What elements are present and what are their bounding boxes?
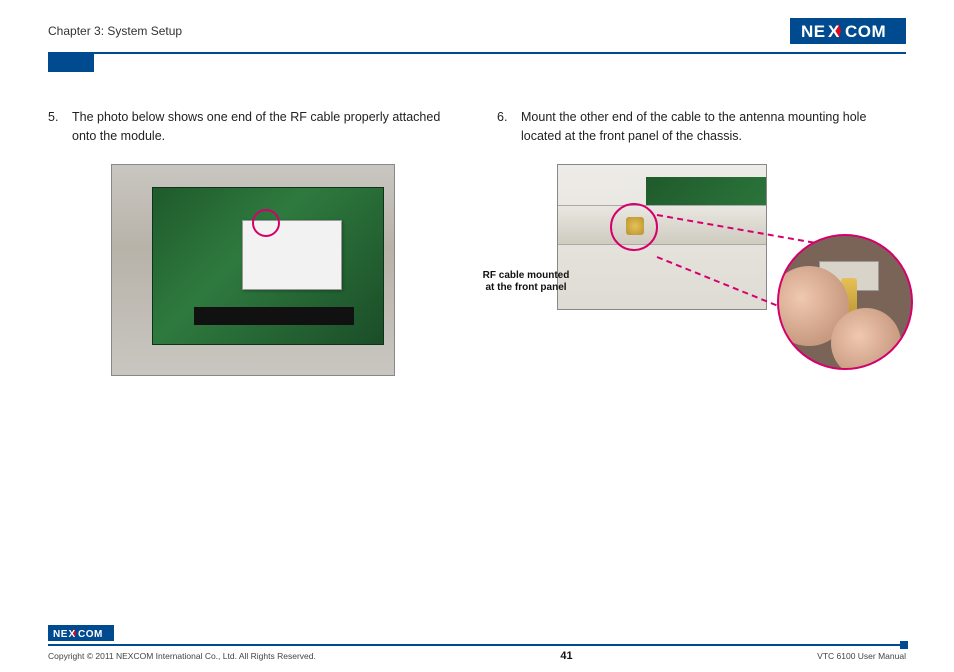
- copyright-text: Copyright © 2011 NEXCOM International Co…: [48, 651, 316, 661]
- chapter-title: Chapter 3: System Setup: [48, 24, 182, 38]
- svg-text:X: X: [828, 22, 840, 41]
- svg-text:X: X: [69, 629, 76, 640]
- figure-5-wrap: [48, 164, 457, 376]
- right-column: 6. Mount the other end of the cable to t…: [497, 108, 906, 444]
- callout-circle-icon: [252, 209, 280, 237]
- nexcom-logo: NE X COM: [790, 18, 906, 44]
- step-number: 6.: [497, 108, 511, 146]
- step-text: Mount the other end of the cable to the …: [521, 108, 906, 146]
- footer-rule: [48, 644, 906, 646]
- header-tab: [48, 54, 94, 72]
- figure-5-photo: [111, 164, 395, 376]
- header-rule: [48, 52, 906, 54]
- svg-text:COM: COM: [78, 629, 103, 640]
- document-title: VTC 6100 User Manual: [817, 651, 906, 661]
- svg-text:NE: NE: [801, 22, 826, 41]
- step-text: The photo below shows one end of the RF …: [72, 108, 457, 146]
- step-5: 5. The photo below shows one end of the …: [48, 108, 457, 146]
- content-area: 5. The photo below shows one end of the …: [48, 108, 906, 444]
- left-column: 5. The photo below shows one end of the …: [48, 108, 457, 444]
- figure-6-zoom: [777, 234, 913, 370]
- nexcom-logo-footer: NE X COM: [48, 625, 114, 641]
- svg-text:COM: COM: [845, 22, 886, 41]
- step-number: 5.: [48, 108, 62, 146]
- callout-circle-icon: [610, 203, 658, 251]
- page-header: Chapter 3: System Setup NE X COM: [48, 18, 906, 50]
- page-footer: NE X COM Copyright © 2011 NEXCOM Interna…: [48, 625, 906, 662]
- figure-6-wrap: RF cable mounted at the front panel: [497, 164, 906, 444]
- svg-text:NE: NE: [53, 629, 68, 640]
- figure-6-caption: RF cable mounted at the front panel: [481, 270, 571, 295]
- step-6: 6. Mount the other end of the cable to t…: [497, 108, 906, 146]
- page-number: 41: [560, 650, 572, 662]
